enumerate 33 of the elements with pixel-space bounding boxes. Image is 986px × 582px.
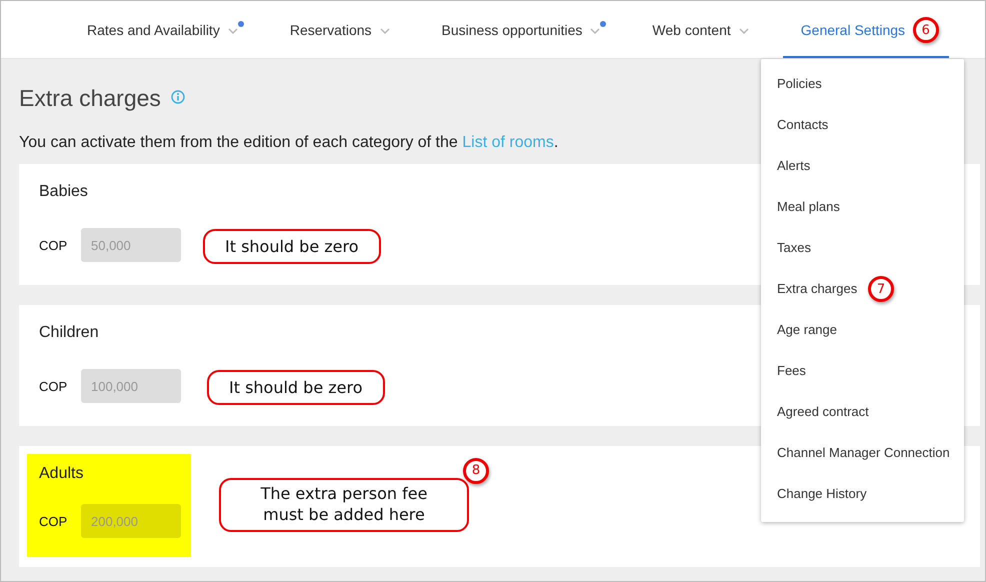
chevron-down-icon: [738, 28, 749, 34]
chevron-down-icon: [590, 28, 600, 34]
menu-item[interactable]: Channel Manager Connection: [777, 445, 950, 460]
nav-tab[interactable]: Business opportunities: [424, 1, 618, 58]
menu-item[interactable]: Fees: [777, 363, 806, 378]
currency-label: COP: [39, 378, 67, 394]
menu-item[interactable]: Meal plans: [777, 199, 840, 214]
menu-item[interactable]: Extra charges: [777, 281, 858, 296]
nav-tab[interactable]: Reservations: [272, 1, 408, 58]
currency-label: COP: [39, 238, 67, 252]
annotation-callout: It should be zero: [203, 229, 381, 264]
category-name: Children: [39, 324, 100, 342]
annotation-callout: It should be zero: [207, 370, 385, 405]
step-badge: 6: [912, 17, 939, 43]
category-name: Babies: [39, 183, 89, 201]
category-name: Adults: [39, 465, 84, 483]
menu-item[interactable]: Change History: [777, 486, 867, 501]
nav-tab[interactable]: Web content: [634, 1, 767, 58]
step-badge: 7: [868, 276, 894, 302]
nav-tab[interactable]: Rates and Availability: [69, 1, 256, 58]
menu-item[interactable]: Taxes: [777, 240, 811, 255]
description-text: You can activate them from the edition of each category of the List of rooms.: [19, 134, 560, 152]
menu-item[interactable]: Agreed contract: [777, 404, 869, 419]
chevron-down-icon: [380, 28, 390, 34]
currency-label: COP: [39, 514, 67, 528]
info-icon: [170, 90, 185, 104]
menu-item[interactable]: Contacts: [777, 117, 828, 132]
page-title: Extra charges: [19, 85, 161, 112]
menu-item[interactable]: Policies: [777, 76, 822, 91]
step-badge: 8: [463, 458, 489, 484]
chevron-down-icon: [228, 28, 238, 34]
menu-item[interactable]: Alerts: [777, 158, 810, 173]
menu-item[interactable]: Age range: [777, 322, 837, 337]
